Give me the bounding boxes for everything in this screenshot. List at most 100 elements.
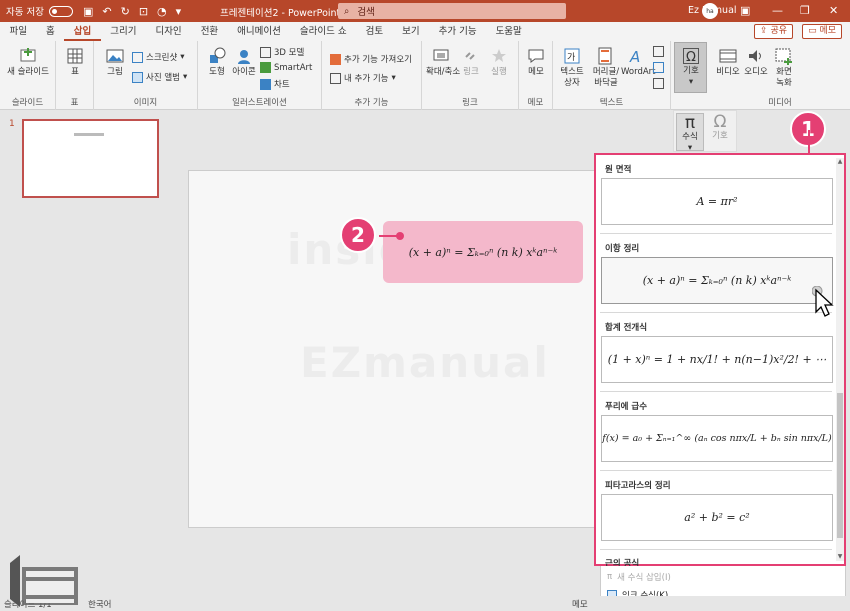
gallery-item-fourier[interactable]: 푸리에 급수 f(x) = a₀ + Σₙ₌₁^∞ (aₙ cos nπx/L … <box>600 395 833 462</box>
screen-recording-label: 화면 녹화 <box>776 67 792 88</box>
gallery-formula-box[interactable]: f(x) = a₀ + Σₙ₌₁^∞ (aₙ cos nπx/L + bₙ si… <box>601 415 833 462</box>
tab-review[interactable]: 검토 <box>356 22 392 41</box>
tab-help[interactable]: 도움말 <box>486 22 531 41</box>
slide-number-icon[interactable] <box>653 62 664 73</box>
notes-toggle[interactable]: 메모 <box>572 598 588 610</box>
screenshot-button[interactable]: 스크린샷 ▾ <box>132 51 185 63</box>
action-button[interactable]: 실행 <box>486 47 512 78</box>
chart-button[interactable]: 차트 <box>260 78 290 90</box>
gallery-item-expansion[interactable]: 합계 전개식 (1 + x)ⁿ = 1 + nx/1! + n(n−1)x²/2… <box>600 316 833 383</box>
wordart-button[interactable]: A WordArt <box>621 47 656 78</box>
insidebox-logo <box>10 555 78 607</box>
equation-on-slide[interactable]: (x + a)ⁿ = Σₖ₌₀ⁿ (n k) xᵏaⁿ⁻ᵏ <box>383 221 583 283</box>
gallery-item-circle-area[interactable]: 원 면적 A = πr² <box>600 158 833 225</box>
textbox-label: 텍스트 상자 <box>560 67 584 88</box>
undo-icon[interactable]: ↶ <box>102 5 111 18</box>
object-icon[interactable] <box>653 78 664 89</box>
get-addins-button[interactable]: 추가 기능 가져오기 <box>330 53 412 65</box>
wordart-label: WordArt <box>621 67 656 77</box>
insert-new-equation[interactable]: π 새 수식 삽입(I) <box>607 571 671 583</box>
zoom-icon <box>433 49 449 61</box>
video-button[interactable]: 비디오 <box>714 47 742 78</box>
gallery-item-binomial[interactable]: 이항 정리 (x + a)ⁿ = Σₖ₌₀ⁿ (n k) xᵏaⁿ⁻ᵏ <box>600 237 833 304</box>
gallery-item-title: 피타고라스의 정리 <box>605 481 671 491</box>
my-addins-button[interactable]: 내 추가 기능 ▾ <box>330 72 396 84</box>
gallery-formula-box[interactable]: (x + a)ⁿ = Σₖ₌₀ⁿ (n k) xᵏaⁿ⁻ᵏ <box>601 257 833 304</box>
tab-file[interactable]: 파일 <box>0 22 36 41</box>
link-label: 링크 <box>463 67 479 77</box>
screenshot-icon <box>132 51 143 63</box>
new-slide-label: 새 슬라이드 <box>7 67 49 77</box>
search-box[interactable]: ⌕ 검색 <box>338 3 566 19</box>
group-media-label: 미디어 <box>768 98 792 108</box>
shapes-icon <box>210 47 226 63</box>
link-button[interactable]: 링크 <box>458 47 484 78</box>
tab-animations[interactable]: 애니메이션 <box>228 22 291 41</box>
touch-mode-icon[interactable]: ◔ <box>157 5 167 18</box>
zoom-button[interactable]: 확대/축소 <box>426 47 460 78</box>
gallery-formula-box[interactable]: a² + b² = c² <box>601 494 833 541</box>
scroll-down-icon[interactable]: ▼ <box>836 553 844 561</box>
smartart-button[interactable]: SmartArt <box>260 62 312 73</box>
comments-button[interactable]: ▭ 메모 <box>802 24 842 39</box>
photo-album-button[interactable]: 사진 앨범 ▾ <box>132 71 187 83</box>
picture-icon <box>106 49 124 63</box>
screen-recording-icon <box>775 48 792 65</box>
group-text: 가 텍스트 상자 머리글/바닥글 A WordArt 텍스트 <box>553 41 671 110</box>
scroll-thumb[interactable] <box>837 393 843 538</box>
tab-addins[interactable]: 추가 기능 <box>429 22 486 41</box>
close-icon[interactable]: ✕ <box>829 4 838 17</box>
table-label: 표 <box>71 67 79 77</box>
autosave[interactable]: 자동 저장 <box>6 4 73 18</box>
symbols-button[interactable]: Ω 기호 ▾ <box>674 42 707 93</box>
search-icon: ⌕ <box>344 5 350 17</box>
gallery-item-title: 푸리에 급수 <box>605 402 648 412</box>
cube-icon <box>260 46 271 58</box>
autosave-toggle[interactable] <box>48 5 73 17</box>
header-footer-button[interactable]: 머리글/바닥글 <box>589 47 621 89</box>
redo-icon[interactable]: ↻ <box>121 5 130 18</box>
3d-models-button[interactable]: 3D 모델 <box>260 46 304 58</box>
equation-button[interactable]: π 수식 ▾ <box>676 113 704 153</box>
minimize-icon[interactable]: — <box>772 4 783 17</box>
thumbnail-equation <box>74 133 104 136</box>
screen-recording-button[interactable]: 화면 녹화 <box>770 47 798 89</box>
present-icon[interactable]: ⊡ <box>139 5 148 18</box>
gallery-formula-box[interactable]: A = πr² <box>601 178 833 225</box>
tab-view[interactable]: 보기 <box>393 22 429 41</box>
tab-draw[interactable]: 그리기 <box>101 22 146 41</box>
audio-button[interactable]: 오디오 <box>742 47 770 78</box>
new-slide-button[interactable]: 새 슬라이드 <box>6 47 50 78</box>
ribbon-display-icon[interactable]: ▣ <box>740 4 750 17</box>
gallery-formula-box[interactable]: (1 + x)ⁿ = 1 + nx/1! + n(n−1)x²/2! + ⋯ <box>601 336 833 383</box>
shapes-button[interactable]: 도형 <box>204 47 230 78</box>
gallery-item-title: 이항 정리 <box>605 244 640 254</box>
tab-insert[interactable]: 삽입 <box>64 22 101 41</box>
tab-transitions[interactable]: 전환 <box>191 22 227 41</box>
textbox-button[interactable]: 가 텍스트 상자 <box>557 47 587 89</box>
customize-qat-icon[interactable]: ▾ <box>176 5 182 18</box>
language-indicator[interactable]: 한국어 <box>88 598 111 610</box>
share-button[interactable]: ⇪ 공유 <box>754 24 793 39</box>
comment-button[interactable]: 메모 <box>523 47 549 78</box>
save-icon[interactable]: ▣ <box>83 5 93 18</box>
table-button[interactable]: 표 <box>62 47 88 78</box>
autosave-label: 자동 저장 <box>6 7 44 18</box>
smartart-icon <box>260 62 271 73</box>
icons-button[interactable]: 아이콘 <box>232 47 256 78</box>
symbol-button[interactable]: Ω 기호 <box>706 113 734 142</box>
avatar[interactable]: ha <box>702 3 718 19</box>
tab-design[interactable]: 디자인 <box>146 22 191 41</box>
pictures-button[interactable]: 그림 <box>102 47 128 78</box>
gallery-scrollbar[interactable]: ▲ ▼ <box>836 158 844 561</box>
gallery-item-pythagorean[interactable]: 피타고라스의 정리 a² + b² = c² <box>600 474 833 541</box>
slide-thumbnail[interactable] <box>22 119 159 198</box>
scroll-up-icon[interactable]: ▲ <box>836 158 844 166</box>
callout-line-1 <box>808 130 810 154</box>
tab-home[interactable]: 홈 <box>36 22 64 41</box>
tab-slideshow[interactable]: 슬라이드 쇼 <box>290 22 356 41</box>
date-time-icon[interactable] <box>653 46 664 57</box>
search-placeholder: 검색 <box>357 7 375 18</box>
my-addins-label: 내 추가 기능 <box>344 74 389 84</box>
restore-icon[interactable]: ❐ <box>800 4 810 17</box>
